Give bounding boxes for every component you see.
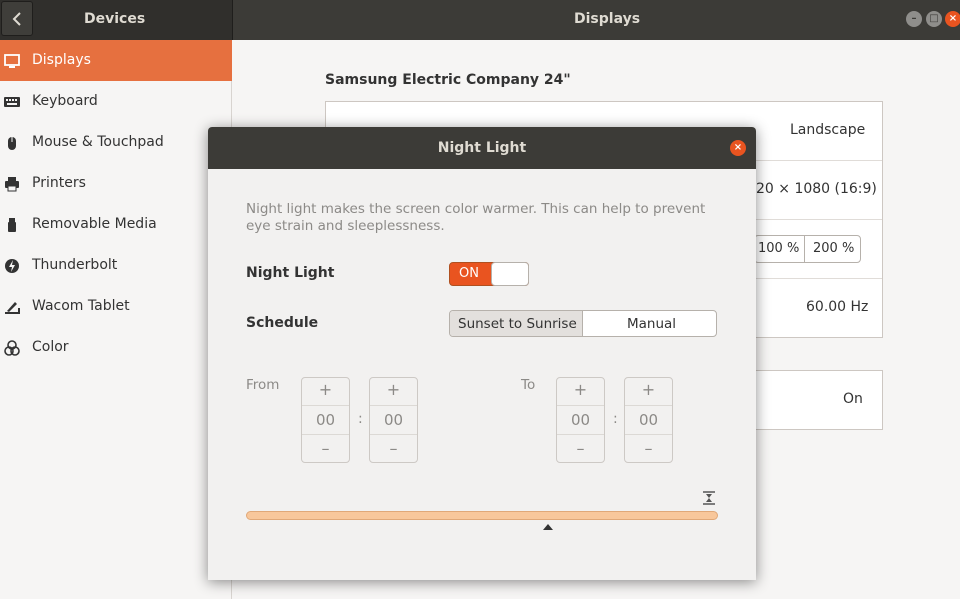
sidebar-item-mouse-touchpad[interactable]: Mouse & Touchpad	[0, 122, 232, 163]
close-window-button[interactable]: ×	[945, 11, 960, 27]
sidebar-item-thunderbolt[interactable]: Thunderbolt	[0, 245, 232, 286]
page-title: Displays	[574, 11, 641, 27]
manual-button[interactable]: Manual	[627, 316, 676, 332]
display-icon	[4, 54, 20, 68]
increment-button[interactable]: +	[302, 380, 349, 399]
sidebar: Displays Keyboard Mouse & Touchpad Print…	[0, 40, 232, 599]
switch-on-label: ON	[459, 266, 479, 281]
to-hours-spinner[interactable]: + 00 –	[556, 377, 605, 463]
switch-knob[interactable]	[491, 262, 529, 286]
to-hours-value[interactable]: 00	[557, 405, 604, 435]
minimize-icon: –	[911, 13, 917, 24]
sidebar-item-keyboard[interactable]: Keyboard	[0, 81, 232, 122]
slider-marker[interactable]	[543, 524, 553, 530]
sidebar-item-label: Mouse & Touchpad	[32, 134, 164, 150]
decrement-button[interactable]: –	[302, 439, 349, 458]
to-label: To	[521, 377, 536, 393]
sidebar-item-displays[interactable]: Displays	[0, 40, 232, 81]
to-minutes-spinner[interactable]: + 00 –	[624, 377, 673, 463]
back-button[interactable]	[1, 1, 33, 36]
increment-button[interactable]: +	[625, 380, 672, 399]
from-minutes-value[interactable]: 00	[370, 405, 417, 435]
sidebar-item-label: Displays	[32, 52, 91, 68]
sidebar-item-color[interactable]: Color	[0, 327, 232, 368]
decrement-button[interactable]: –	[625, 439, 672, 458]
schedule-label: Schedule	[246, 315, 319, 331]
sidebar-title: Devices	[84, 11, 146, 27]
sidebar-item-label: Removable Media	[32, 216, 157, 232]
sidebar-item-label: Color	[32, 339, 69, 355]
close-icon: ×	[948, 13, 958, 24]
refresh-rate-value[interactable]: 60.00 Hz	[806, 299, 868, 315]
to-minutes-value[interactable]: 00	[625, 405, 672, 435]
dialog-title: Night Light	[437, 140, 527, 156]
option-label: Sunset to Sunrise	[458, 316, 577, 332]
night-light-status: On	[843, 391, 863, 407]
sidebar-item-label: Keyboard	[32, 93, 98, 109]
from-hours-value[interactable]: 00	[302, 405, 349, 435]
increment-button[interactable]: +	[557, 380, 604, 399]
scale-selector: 100 % 200 %	[754, 235, 861, 263]
color-temperature-slider[interactable]	[246, 511, 718, 520]
sunset-to-sunrise-button[interactable]: Sunset to Sunrise	[450, 311, 583, 336]
divider	[804, 236, 805, 262]
night-light-dialog: Night Light × Night light makes the scre…	[208, 127, 756, 580]
scale-200-button[interactable]: 200 %	[813, 241, 854, 256]
chevron-left-icon	[12, 12, 21, 26]
resolution-value[interactable]: 20 × 1080 (16:9)	[756, 181, 877, 197]
printer-icon	[5, 177, 19, 192]
monitor-title: Samsung Electric Company 24"	[325, 72, 571, 88]
sidebar-item-printers[interactable]: Printers	[0, 163, 232, 204]
minimize-button[interactable]: –	[906, 11, 922, 27]
close-icon: ×	[733, 142, 743, 153]
increment-button[interactable]: +	[370, 380, 417, 399]
color-icon	[4, 340, 20, 356]
sidebar-item-wacom-tablet[interactable]: Wacom Tablet	[0, 286, 232, 327]
sidebar-item-removable-media[interactable]: Removable Media	[0, 204, 232, 245]
thunderbolt-icon	[5, 259, 19, 273]
temperature-icon	[703, 491, 715, 505]
orientation-value[interactable]: Landscape	[790, 122, 865, 138]
decrement-button[interactable]: –	[370, 439, 417, 458]
maximize-icon: □	[929, 13, 939, 24]
decrement-button[interactable]: –	[557, 439, 604, 458]
time-separator: :	[358, 411, 363, 427]
keyboard-icon	[4, 97, 20, 107]
maximize-button[interactable]: □	[926, 11, 942, 27]
tablet-icon	[5, 302, 20, 314]
night-light-switch[interactable]: ON	[449, 262, 529, 286]
scale-100-button[interactable]: 100 %	[758, 241, 799, 256]
night-light-label: Night Light	[246, 265, 335, 281]
sidebar-item-label: Printers	[32, 175, 86, 191]
media-icon	[8, 218, 16, 232]
dialog-description: Night light makes the screen color warme…	[246, 201, 706, 234]
sidebar-item-label: Wacom Tablet	[32, 298, 130, 314]
dialog-close-button[interactable]: ×	[730, 140, 746, 156]
mouse-icon	[8, 137, 16, 150]
sidebar-item-label: Thunderbolt	[32, 257, 118, 273]
from-hours-spinner[interactable]: + 00 –	[301, 377, 350, 463]
from-minutes-spinner[interactable]: + 00 –	[369, 377, 418, 463]
from-label: From	[246, 377, 280, 393]
schedule-selector: Sunset to Sunrise Manual	[449, 310, 717, 337]
time-separator: :	[613, 411, 618, 427]
